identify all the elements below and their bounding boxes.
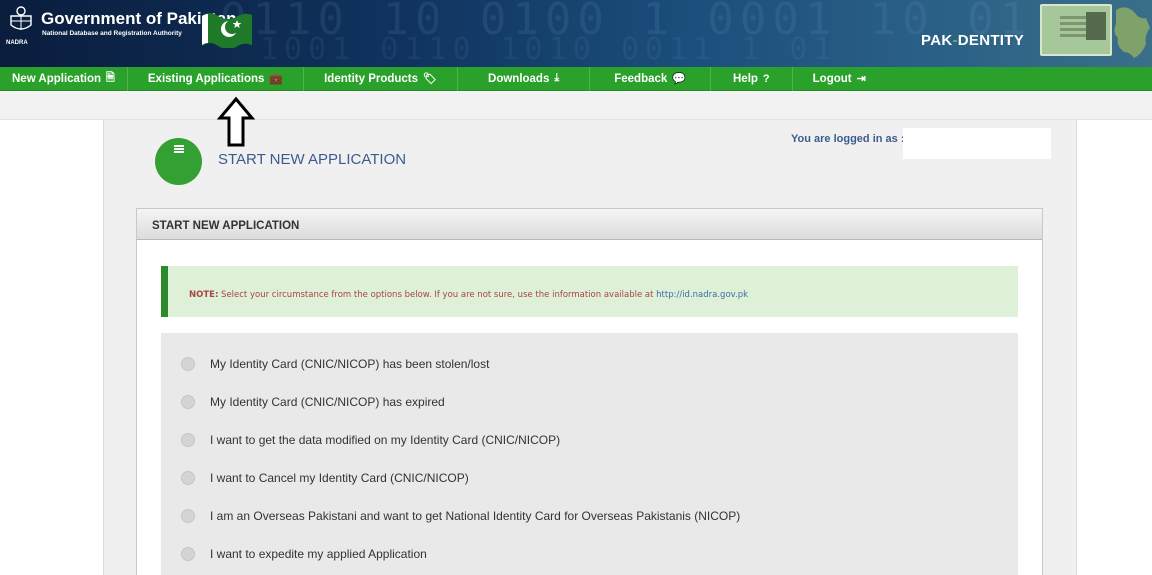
option-expired[interactable]: My Identity Card (CNIC/NICOP) has expire… <box>181 395 445 409</box>
document-icon: 🗎 <box>106 72 115 84</box>
binary-background-2: 1001 0110 1010 0011 1 01 <box>260 32 838 67</box>
option-overseas-nicop[interactable]: I am an Overseas Pakistani and want to g… <box>181 509 740 523</box>
site-subtitle: National Database and Registration Autho… <box>42 30 182 37</box>
radio-button[interactable] <box>181 547 195 561</box>
nav-label: Existing Applications <box>147 72 265 85</box>
nav-logout[interactable]: Logout ⇥ <box>793 67 886 91</box>
option-cancel-card[interactable]: I want to Cancel my Identity Card (CNIC/… <box>181 471 469 485</box>
option-label[interactable]: I am an Overseas Pakistani and want to g… <box>210 509 740 523</box>
tag-icon: 🏷 <box>423 73 438 85</box>
logged-in-user <box>903 128 1051 159</box>
id-card-photo <box>1086 12 1106 40</box>
pakistan-flag-icon <box>202 13 252 48</box>
radio-button[interactable] <box>181 433 195 447</box>
nav-label: Help <box>733 72 758 85</box>
sub-bar <box>0 92 1152 120</box>
option-expedite[interactable]: I want to expedite my applied Applicatio… <box>181 547 427 561</box>
option-label[interactable]: I want to expedite my applied Applicatio… <box>210 547 427 561</box>
nadra-info-link[interactable]: http://id.nadra.gov.pk <box>656 290 748 300</box>
option-label[interactable]: My Identity Card (CNIC/NICOP) has expire… <box>210 395 445 409</box>
pak-identity-logo: PAK-DENTITY <box>921 32 1024 49</box>
options-list: My Identity Card (CNIC/NICOP) has been s… <box>161 333 1018 575</box>
brand-left: PAK <box>921 32 953 49</box>
state-emblem-icon <box>10 6 32 30</box>
nadra-tag: NADRA <box>6 40 28 46</box>
pakistan-map-icon <box>1114 7 1150 58</box>
logged-in-label: You are logged in as : <box>791 133 905 145</box>
nav-new-application[interactable]: New Application 🗎 <box>0 66 128 91</box>
nav-label: Identity Products <box>324 72 419 85</box>
option-label[interactable]: I want to Cancel my Identity Card (CNIC/… <box>210 471 469 485</box>
nav-label: Feedback <box>614 72 668 85</box>
note-box: NOTE: Select your circumstance from the … <box>161 266 1018 317</box>
page-title: START NEW APPLICATION <box>218 151 407 168</box>
up-arrow-icon <box>217 96 255 147</box>
nav-identity-products[interactable]: Identity Products 🏷 <box>304 66 459 91</box>
nav-label: Logout <box>812 72 852 85</box>
id-card-image <box>1040 4 1112 56</box>
speech-bubble-icon: 💬 <box>672 73 686 85</box>
option-stolen-lost[interactable]: My Identity Card (CNIC/NICOP) has been s… <box>181 357 489 371</box>
brand-right: DENTITY <box>957 32 1025 49</box>
panel-heading: START NEW APPLICATION <box>137 209 1042 240</box>
question-circle-icon: ? <box>762 72 770 85</box>
application-icon <box>155 138 202 185</box>
option-label[interactable]: I want to get the data modified on my Id… <box>210 433 560 447</box>
option-label[interactable]: My Identity Card (CNIC/NICOP) has been s… <box>210 357 489 371</box>
note-label: NOTE: <box>189 290 219 300</box>
panel-heading-text: START NEW APPLICATION <box>152 220 300 232</box>
radio-button[interactable] <box>181 471 195 485</box>
menu-lines-icon <box>174 145 184 147</box>
radio-button[interactable] <box>181 357 195 371</box>
nav-label: New Application <box>12 72 102 85</box>
header-banner: 0110 10 0100 1 0001 10 01 1001 0110 1010… <box>0 0 1152 67</box>
sign-out-icon: ⇥ <box>856 73 866 85</box>
nav-downloads[interactable]: Downloads ⤓ <box>458 66 591 91</box>
option-modify-data[interactable]: I want to get the data modified on my Id… <box>181 433 560 447</box>
note-body: Select your circumstance from the option… <box>218 290 657 300</box>
download-icon: ⤓ <box>554 72 560 84</box>
briefcase-icon: 💼 <box>269 73 284 85</box>
note-text: NOTE: Select your circumstance from the … <box>189 290 748 300</box>
radio-button[interactable] <box>181 509 195 523</box>
id-card-lines <box>1060 16 1086 19</box>
nav-feedback[interactable]: Feedback 💬 <box>590 66 711 91</box>
nav-existing-applications[interactable]: Existing Applications 💼 <box>128 66 305 91</box>
radio-button[interactable] <box>181 395 195 409</box>
nav-help[interactable]: Help ? <box>711 66 793 91</box>
main-nav: New Application 🗎 Existing Applications … <box>0 66 1152 91</box>
nav-label: Downloads <box>488 72 550 85</box>
